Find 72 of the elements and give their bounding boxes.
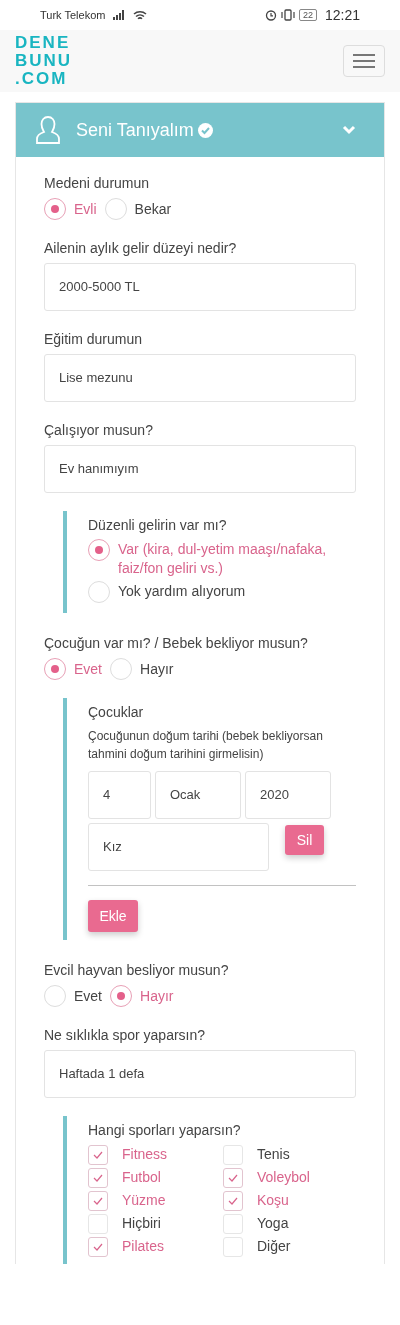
user-icon [36, 115, 60, 145]
field-label: Evcil hayvan besliyor musun? [44, 961, 230, 980]
option-label: Koşu [257, 1191, 289, 1210]
select-field[interactable]: Kız [88, 823, 269, 871]
field-label: Medeni durumun [44, 174, 151, 193]
radio-button[interactable] [44, 658, 66, 680]
option-label: Hiçbiri [122, 1214, 161, 1233]
option-label: Hayır [140, 986, 174, 1006]
field-label: Eğitim durumun [44, 330, 144, 349]
field-label: Ailenin aylık gelir düzeyi nedir? [44, 239, 238, 258]
option-label: Fitness [122, 1145, 168, 1164]
option-label: Evli [74, 199, 97, 219]
option-label: Tenis [257, 1145, 290, 1164]
menu-icon [353, 54, 375, 68]
check-icon [228, 1196, 238, 1205]
option-label: Pilates [122, 1237, 165, 1256]
field-label: Ne sıklıkla spor yaparsın? [44, 1026, 207, 1045]
option-label: Diğer [257, 1237, 291, 1256]
checkbox[interactable] [223, 1236, 243, 1257]
option-label: Var (kira, dul-yetim maaşı/nafaka, faiz/fon geliri vs.) [118, 540, 328, 578]
alarm-icon [264, 9, 277, 21]
option-label: Voleybol [257, 1168, 310, 1187]
radio-button[interactable] [88, 539, 110, 561]
select-field[interactable]: Ev hanımıyım [44, 445, 356, 493]
checkbox[interactable] [88, 1213, 108, 1234]
wifi-icon [133, 9, 148, 21]
radio-button[interactable] [110, 985, 132, 1007]
field-label: Çalışıyor musun? [44, 421, 154, 440]
radio-button[interactable] [110, 658, 132, 680]
checkbox[interactable] [223, 1144, 243, 1165]
check-icon [93, 1150, 103, 1159]
checkbox[interactable] [223, 1213, 243, 1234]
option-label: Yoga [257, 1214, 289, 1233]
check-icon [93, 1242, 103, 1251]
help-text: Çocuğunun doğum tarihi (bebek bekliyorsan tahmini doğum tarihini girmelisin) [88, 728, 324, 763]
checkbox[interactable] [88, 1236, 108, 1257]
radio-button[interactable] [44, 198, 66, 220]
carrier-name: Turk Telekom [40, 7, 106, 23]
option-label: Bekar [134, 199, 172, 219]
check-icon [93, 1196, 103, 1205]
radio-button[interactable] [44, 985, 66, 1007]
signal-icon [113, 10, 126, 20]
menu-button[interactable] [343, 45, 385, 77]
check-icon [93, 1173, 103, 1182]
field-label: Çocuğun var mı? / Bebek bekliyor musun? [44, 634, 309, 653]
subsection-title: Çocuklar [88, 703, 145, 722]
select-field[interactable]: 2000-5000 TL [44, 263, 356, 311]
select-field[interactable]: Haftada 1 defa [44, 1050, 356, 1098]
check-icon [228, 1173, 238, 1182]
select-field[interactable]: 2020 [245, 771, 331, 819]
battery-level: 22 [298, 9, 317, 21]
checkbox[interactable] [88, 1190, 108, 1211]
checkbox[interactable] [88, 1167, 108, 1188]
select-field[interactable]: 4 [88, 771, 151, 819]
option-label: Futbol [122, 1168, 161, 1187]
field-label: Düzenli gelirin var mı? [88, 516, 228, 535]
radio-button[interactable] [88, 581, 110, 603]
option-label: Yok yardım alıyorum [118, 582, 247, 601]
option-label: Evet [74, 986, 102, 1006]
checkbox[interactable] [88, 1144, 108, 1165]
radio-button[interactable] [104, 198, 127, 220]
option-label: Yüzme [122, 1191, 166, 1210]
field-label: Hangi sporları yaparsın? [88, 1121, 242, 1140]
section-title: Seni Tanıyalım [76, 118, 194, 142]
select-field[interactable]: Lise mezunu [44, 354, 356, 402]
option-label: Hayır [140, 659, 174, 679]
option-label: Evet [74, 659, 102, 679]
clock-time: 12:21 [324, 5, 360, 25]
vibrate-icon [280, 9, 295, 21]
select-field[interactable]: Ocak [155, 771, 241, 819]
checkbox[interactable] [223, 1167, 243, 1188]
checkbox[interactable] [223, 1190, 243, 1211]
